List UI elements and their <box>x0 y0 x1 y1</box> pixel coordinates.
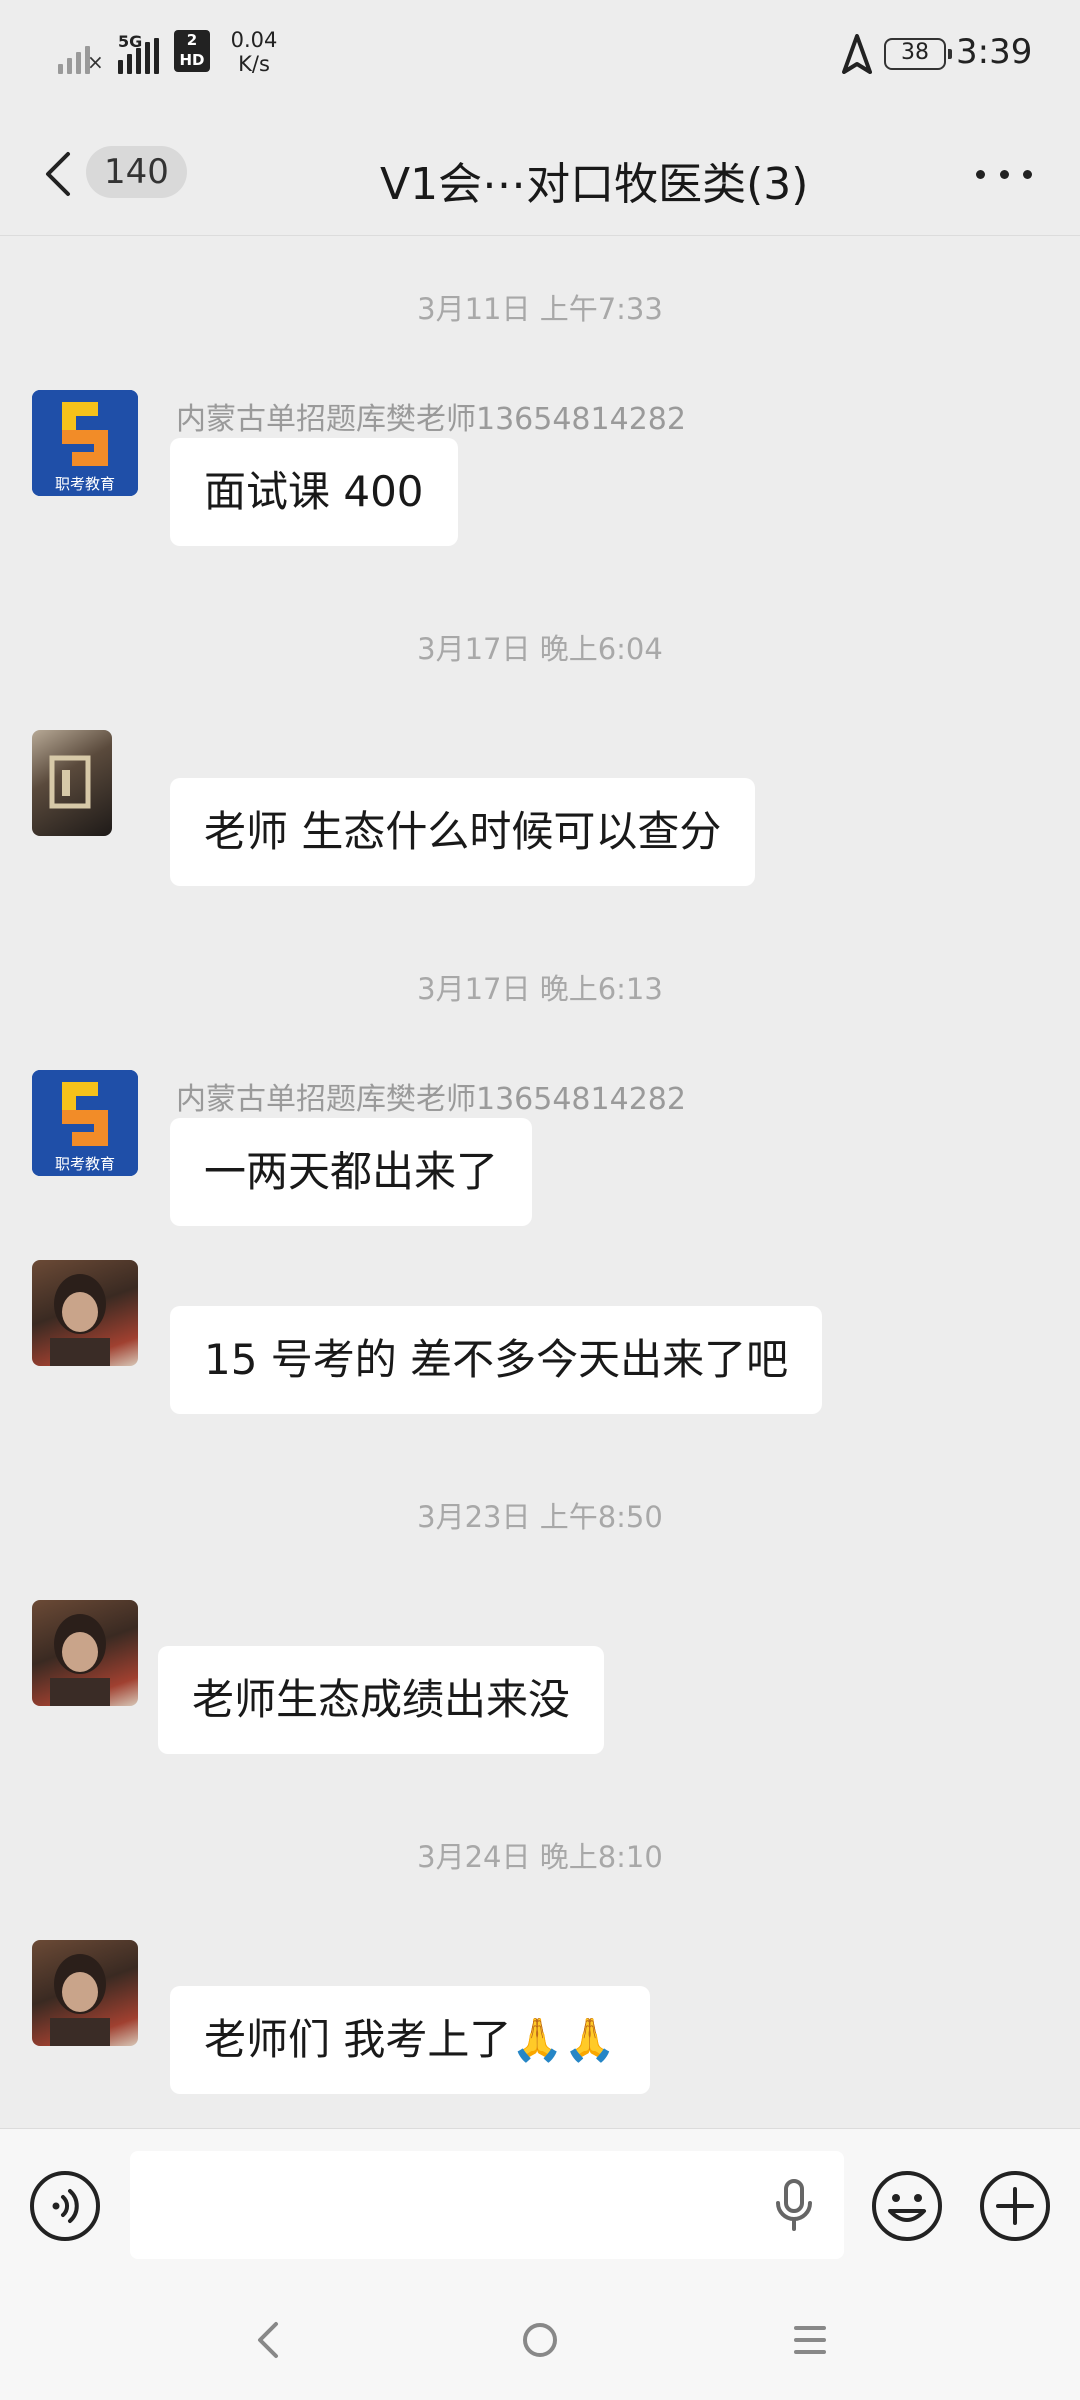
svg-text:职考教育: 职考教育 <box>55 475 115 493</box>
status-bar: × 5G 2 HD 0.04 K/s 38 3:39 <box>0 0 1080 110</box>
avatar[interactable]: 职考教育 <box>32 390 138 496</box>
avatar[interactable] <box>32 730 112 836</box>
message-timestamp: 3月24日 晚上8:10 <box>417 1840 663 1874</box>
system-home-icon[interactable] <box>518 2318 562 2362</box>
no-signal-mark: × <box>87 50 104 74</box>
back-arrow-icon[interactable] <box>40 150 76 198</box>
hd-badge: 2 HD <box>174 30 210 72</box>
message-bubble[interactable]: 一两天都出来了 <box>170 1118 533 1226</box>
system-back-icon[interactable] <box>248 2318 292 2362</box>
sender-name: 内蒙古单招题库樊老师13654814282 <box>176 1082 686 1117</box>
battery-indicator: 38 <box>884 38 952 70</box>
status-time: 3:39 <box>956 32 1033 72</box>
message-bubble[interactable]: 15 号考的 差不多今天出来了吧 <box>170 1306 823 1414</box>
message-timestamp: 3月11日 上午7:33 <box>417 292 663 326</box>
chat-header: 140 V1会⋯对口牧医类(3) <box>0 110 1080 236</box>
plus-icon[interactable] <box>978 2169 1052 2243</box>
voice-input-icon[interactable] <box>28 2169 102 2243</box>
portrait-photo-icon <box>50 1614 110 1706</box>
microphone-icon[interactable] <box>774 2179 814 2231</box>
message-input[interactable] <box>130 2151 844 2259</box>
portrait-photo-icon <box>50 1274 110 1366</box>
zhikao-logo-icon: 职考教育 <box>32 390 138 496</box>
signal-1-icon <box>58 38 90 74</box>
message-bubble[interactable]: 面试课 400 <box>170 438 458 546</box>
portrait-photo-icon <box>50 1954 110 2046</box>
zhikao-logo-icon: 职考教育 <box>32 1070 138 1176</box>
unread-count-badge[interactable]: 140 <box>86 146 187 198</box>
system-menu-icon[interactable] <box>788 2318 832 2362</box>
signal-2-icon <box>118 38 159 74</box>
message-bubble[interactable]: 老师们 我考上了🙏🙏 <box>170 1986 650 2094</box>
avatar-photo-icon <box>49 755 91 809</box>
message-timestamp: 3月17日 晚上6:13 <box>417 972 663 1006</box>
chat-input-bar <box>0 2128 1080 2280</box>
chat-title: V1会⋯对口牧医类(3) <box>380 159 809 210</box>
message-timestamp: 3月17日 晚上6:04 <box>417 632 663 666</box>
message-bubble[interactable]: 老师生态成绩出来没 <box>158 1646 605 1754</box>
avatar[interactable]: 职考教育 <box>32 1070 138 1176</box>
message-bubble[interactable]: 老师 生态什么时候可以查分 <box>170 778 756 886</box>
emoji-icon[interactable] <box>870 2169 944 2243</box>
avatar[interactable] <box>32 1600 138 1706</box>
more-icon[interactable] <box>976 166 1032 182</box>
system-navigation-bar <box>0 2280 1080 2400</box>
avatar[interactable] <box>32 1940 138 2046</box>
message-timestamp: 3月23日 上午8:50 <box>417 1500 663 1534</box>
svg-text:职考教育: 职考教育 <box>55 1155 115 1173</box>
network-speed: 0.04 K/s <box>230 28 278 76</box>
sender-name: 内蒙古单招题库樊老师13654814282 <box>176 402 686 437</box>
avatar[interactable] <box>32 1260 138 1366</box>
navigation-arrow-icon <box>842 34 872 74</box>
